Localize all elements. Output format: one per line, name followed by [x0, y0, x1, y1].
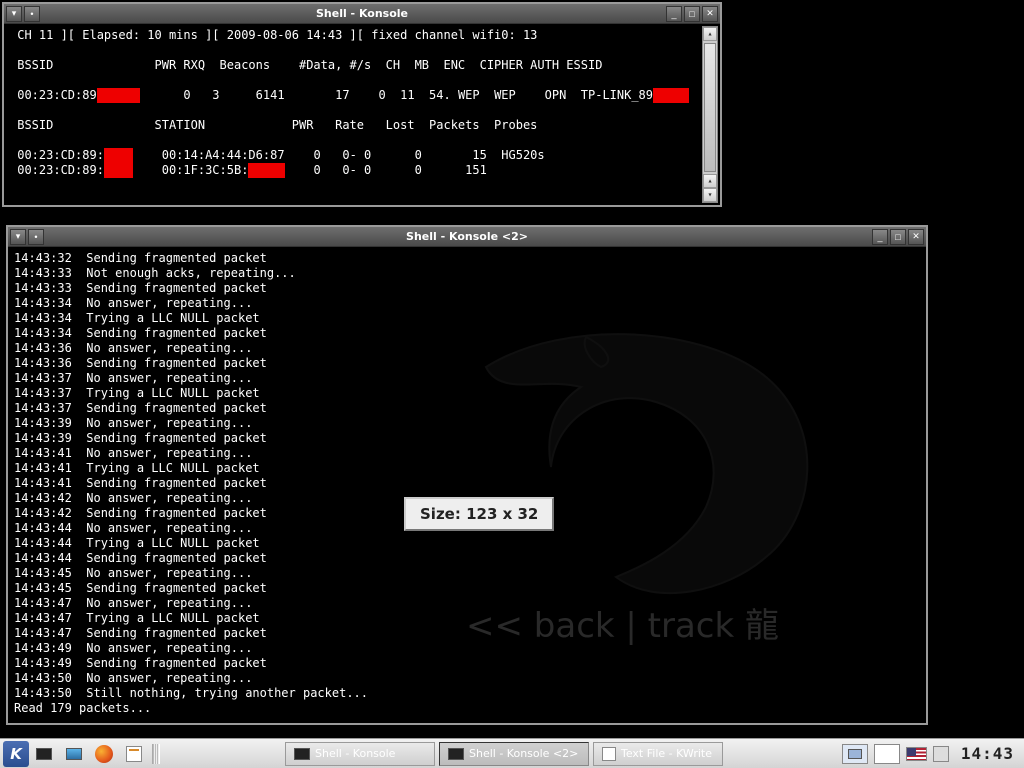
- client-header: BSSID STATION PWR Rate Lost Packets Prob…: [10, 118, 714, 133]
- close-icon[interactable]: ✕: [702, 6, 718, 22]
- konsole-icon: [294, 748, 310, 760]
- log-line: 14:43:47 Trying a LLC NULL packet: [14, 611, 920, 626]
- client-row-2: 00:23:CD:89:XXXX 00:1F:3C:5B:XXXXX 0 0- …: [10, 163, 714, 178]
- titlebar-2[interactable]: ▾ • Shell - Konsole <2> _ □ ✕: [8, 227, 926, 247]
- ap-header: BSSID PWR RXQ Beacons #Data, #/s CH MB E…: [10, 58, 714, 73]
- log-line: Read 179 packets...: [14, 701, 920, 716]
- titlebar-1[interactable]: ▾ • Shell - Konsole _ □ ✕: [4, 4, 720, 24]
- log-line: 14:43:36 Sending fragmented packet: [14, 356, 920, 371]
- konsole-window-1[interactable]: ▾ • Shell - Konsole _ □ ✕ CH 11 ][ Elaps…: [2, 2, 722, 207]
- log-line: 14:43:34 Sending fragmented packet: [14, 326, 920, 341]
- task-label: Shell - Konsole: [315, 747, 395, 760]
- konsole-launcher-icon[interactable]: [32, 742, 56, 766]
- minimize-icon[interactable]: _: [872, 229, 888, 245]
- log-line: 14:43:44 Trying a LLC NULL packet: [14, 536, 920, 551]
- klipper-icon[interactable]: [933, 746, 949, 762]
- scroll-thumb[interactable]: [704, 43, 716, 172]
- window-title-1: Shell - Konsole: [316, 7, 408, 20]
- log-line: 14:43:33 Sending fragmented packet: [14, 281, 920, 296]
- terminal-1[interactable]: CH 11 ][ Elapsed: 10 mins ][ 2009-08-06 …: [4, 24, 720, 182]
- log-line: 14:43:34 Trying a LLC NULL packet: [14, 311, 920, 326]
- scroll-up-icon[interactable]: ▴: [703, 27, 717, 41]
- log-line: 14:43:44 Sending fragmented packet: [14, 551, 920, 566]
- log-line: 14:43:41 No answer, repeating...: [14, 446, 920, 461]
- minimize-icon[interactable]: _: [666, 6, 682, 22]
- log-line: 14:43:50 Still nothing, trying another p…: [14, 686, 920, 701]
- task-label: Text File - KWrite: [621, 747, 712, 760]
- log-line: 14:43:37 Trying a LLC NULL packet: [14, 386, 920, 401]
- clock[interactable]: 14:43: [955, 744, 1020, 763]
- log-line: 14:43:32 Sending fragmented packet: [14, 251, 920, 266]
- terminal-2[interactable]: << back | track 龍 << back | track 龍 14:4…: [8, 247, 926, 725]
- airodump-status: CH 11 ][ Elapsed: 10 mins ][ 2009-08-06 …: [10, 28, 714, 43]
- ap-row: 00:23:CD:89XXXXXX 0 3 6141 17 0 11 54. W…: [10, 88, 714, 103]
- system-tray: 2 14:43: [838, 744, 1024, 764]
- log-line: 14:43:49 Sending fragmented packet: [14, 656, 920, 671]
- sticky-icon[interactable]: •: [28, 229, 44, 245]
- desktop-launcher-icon[interactable]: [62, 742, 86, 766]
- kwrite-icon: [602, 747, 616, 761]
- log-line: 14:43:34 No answer, repeating...: [14, 296, 920, 311]
- log-line: 14:43:37 Sending fragmented packet: [14, 401, 920, 416]
- firefox-launcher-icon[interactable]: [92, 742, 116, 766]
- sticky-icon[interactable]: •: [24, 6, 40, 22]
- taskbar[interactable]: K Shell - Konsole Shell - Konsole <2> Te…: [0, 738, 1024, 768]
- scrollbar-1[interactable]: ▴ ▴ ▾: [702, 26, 718, 203]
- task-konsole-2[interactable]: Shell - Konsole <2>: [439, 742, 589, 766]
- log-line: 14:43:45 Sending fragmented packet: [14, 581, 920, 596]
- window-title-2: Shell - Konsole <2>: [406, 230, 528, 243]
- editor-launcher-icon[interactable]: [122, 742, 146, 766]
- close-icon[interactable]: ✕: [908, 229, 924, 245]
- task-kwrite[interactable]: Text File - KWrite: [593, 742, 723, 766]
- scroll-down-icon[interactable]: ▾: [703, 188, 717, 202]
- taskbar-separator: [152, 744, 160, 764]
- task-label: Shell - Konsole <2>: [469, 747, 578, 760]
- pager-desktop-1[interactable]: [842, 744, 868, 764]
- log-line: 14:43:41 Sending fragmented packet: [14, 476, 920, 491]
- resize-tooltip: Size: 123 x 32: [404, 497, 554, 531]
- keyboard-layout-us-icon[interactable]: [906, 747, 927, 761]
- log-line: 14:43:47 No answer, repeating...: [14, 596, 920, 611]
- konsole-icon: [448, 748, 464, 760]
- log-line: 14:43:39 No answer, repeating...: [14, 416, 920, 431]
- window-menu-icon[interactable]: ▾: [6, 6, 22, 22]
- scroll-up2-icon[interactable]: ▴: [703, 174, 717, 188]
- log-line: 14:43:33 Not enough acks, repeating...: [14, 266, 920, 281]
- window-menu-icon[interactable]: ▾: [10, 229, 26, 245]
- log-line: 14:43:41 Trying a LLC NULL packet: [14, 461, 920, 476]
- maximize-icon[interactable]: □: [684, 6, 700, 22]
- log-line: 14:43:45 No answer, repeating...: [14, 566, 920, 581]
- log-line: 14:43:50 No answer, repeating...: [14, 671, 920, 686]
- log-line: 14:43:47 Sending fragmented packet: [14, 626, 920, 641]
- log-line: 14:43:49 No answer, repeating...: [14, 641, 920, 656]
- maximize-icon[interactable]: □: [890, 229, 906, 245]
- task-konsole-1[interactable]: Shell - Konsole: [285, 742, 435, 766]
- konsole-window-2[interactable]: ▾ • Shell - Konsole <2> _ □ ✕ << back | …: [6, 225, 928, 725]
- kmenu-icon[interactable]: K: [3, 741, 29, 767]
- log-line: 14:43:37 No answer, repeating...: [14, 371, 920, 386]
- log-line: 14:43:36 No answer, repeating...: [14, 341, 920, 356]
- client-row-1: 00:23:CD:89:XXXX 00:14:A4:44:D6:87 0 0- …: [10, 148, 714, 163]
- log-line: 14:43:39 Sending fragmented packet: [14, 431, 920, 446]
- pager-desktop-2[interactable]: 2: [874, 744, 900, 764]
